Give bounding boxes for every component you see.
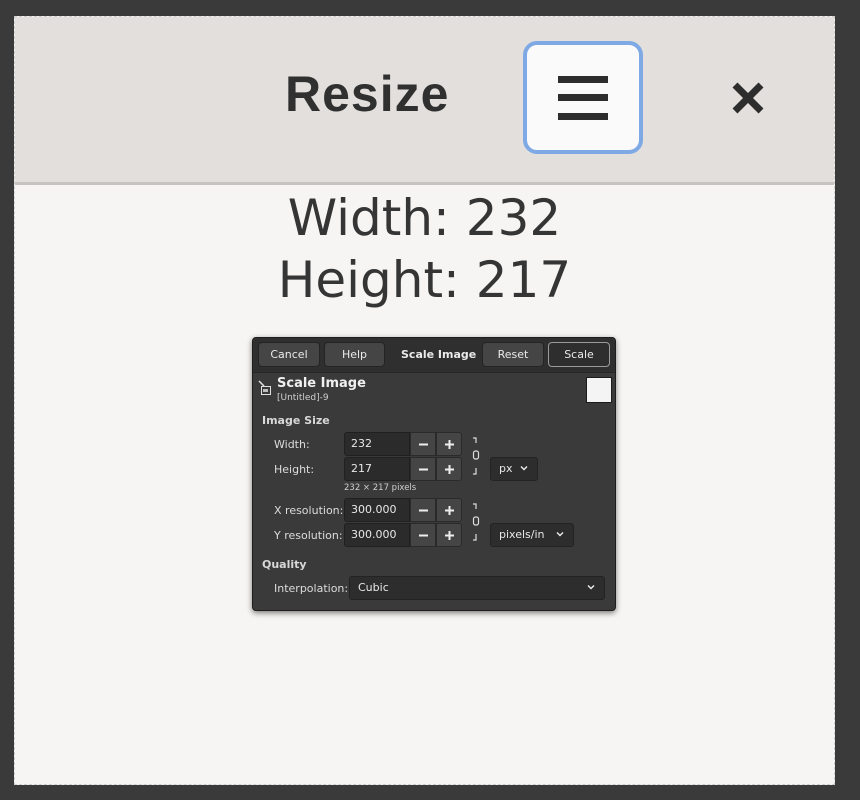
hamburger-menu-icon xyxy=(558,75,608,120)
width-label: Width: xyxy=(274,438,310,451)
reset-button[interactable]: Reset xyxy=(482,342,544,367)
image-name: [Untitled]-9 xyxy=(277,393,329,403)
image-thumbnail xyxy=(586,377,612,403)
resolution-unit-value: pixels/in xyxy=(499,528,545,541)
minus-icon xyxy=(418,534,428,536)
interpolation-value: Cubic xyxy=(358,581,389,594)
plus-icon xyxy=(444,505,454,515)
interpolation-dropdown[interactable]: Cubic xyxy=(349,576,605,600)
image-size-section-label: Image Size xyxy=(262,414,330,427)
help-button[interactable]: Help xyxy=(324,342,385,367)
resolution-unit-dropdown[interactable]: pixels/in xyxy=(490,523,574,547)
dialog-title: Scale Image xyxy=(401,348,477,361)
height-label: Height: xyxy=(274,463,315,476)
dialog-header-title: Scale Image xyxy=(277,376,366,391)
minus-icon xyxy=(418,468,428,470)
y-resolution-spinbutton: 300.000 xyxy=(344,523,462,547)
chevron-down-icon xyxy=(520,466,528,471)
x-resolution-spinbutton: 300.000 xyxy=(344,498,462,522)
pixels-caption: 232 × 217 pixels xyxy=(344,483,417,493)
chevron-down-icon xyxy=(587,585,595,590)
size-chain-link-icon[interactable] xyxy=(471,435,481,477)
x-resolution-increase-button[interactable] xyxy=(436,498,462,522)
size-unit-dropdown[interactable]: px xyxy=(490,457,538,481)
close-icon xyxy=(732,82,764,114)
width-input[interactable]: 232 xyxy=(344,432,410,456)
scale-button[interactable]: Scale xyxy=(548,342,610,367)
plus-icon xyxy=(444,464,454,474)
x-resolution-decrease-button[interactable] xyxy=(410,498,436,522)
height-readout: Height: 217 xyxy=(277,251,572,309)
y-resolution-decrease-button[interactable] xyxy=(410,523,436,547)
width-increase-button[interactable] xyxy=(436,432,462,456)
scale-image-dialog: Cancel Help Scale Image Reset Scale Scal… xyxy=(252,337,616,611)
y-resolution-input[interactable]: 300.000 xyxy=(344,523,410,547)
minus-icon xyxy=(418,443,428,445)
window-title: Resize xyxy=(285,66,450,122)
height-increase-button[interactable] xyxy=(436,457,462,481)
scale-image-icon xyxy=(258,380,271,395)
width-decrease-button[interactable] xyxy=(410,432,436,456)
x-resolution-input[interactable]: 300.000 xyxy=(344,498,410,522)
minus-icon xyxy=(418,509,428,511)
width-readout: Width: 232 xyxy=(287,189,562,247)
resolution-chain-link-icon[interactable] xyxy=(471,501,481,543)
plus-icon xyxy=(444,530,454,540)
height-input[interactable]: 217 xyxy=(344,457,410,481)
main-menu-button[interactable] xyxy=(523,41,643,154)
x-resolution-label: X resolution: xyxy=(274,504,344,517)
chevron-down-icon xyxy=(556,532,564,537)
y-resolution-label: Y resolution: xyxy=(274,529,343,542)
size-unit-value: px xyxy=(499,462,513,475)
cancel-button[interactable]: Cancel xyxy=(258,342,320,367)
width-spinbutton: 232 xyxy=(344,432,462,456)
size-readout: Width: 232 Height: 217 xyxy=(15,187,834,311)
close-button[interactable] xyxy=(723,73,773,123)
height-decrease-button[interactable] xyxy=(410,457,436,481)
dialog-button-bar: Cancel Help Scale Image Reset Scale xyxy=(253,338,615,373)
header-bar: Resize xyxy=(15,17,834,185)
interpolation-label: Interpolation: xyxy=(274,582,349,595)
quality-section-label: Quality xyxy=(262,558,307,571)
plus-icon xyxy=(444,439,454,449)
y-resolution-increase-button[interactable] xyxy=(436,523,462,547)
height-spinbutton: 217 xyxy=(344,457,462,481)
